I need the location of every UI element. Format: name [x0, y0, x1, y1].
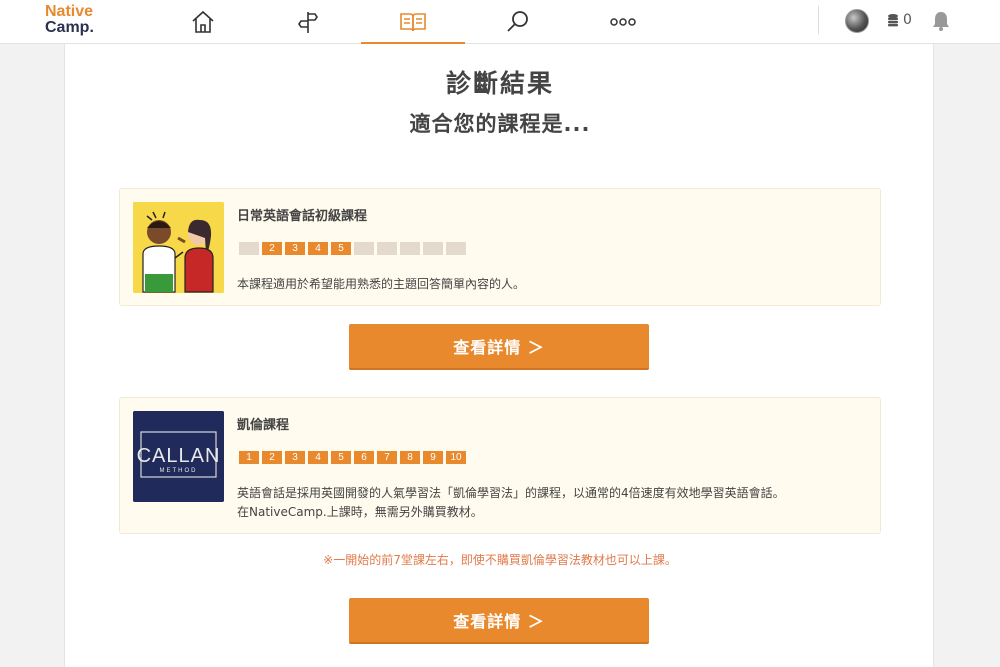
callan-method-logo: CALLAN METHOD — [133, 411, 224, 502]
description-line: 在NativeCamp.上課時，無需另外購買教材。 — [237, 505, 483, 519]
logo-line-1: Native — [45, 3, 94, 20]
search-icon — [507, 11, 528, 32]
level-box-2: 2 — [262, 451, 282, 464]
level-box-1 — [239, 242, 259, 255]
description-line: 本課程適用於希望能用熟悉的主題回答簡單內容的人。 — [237, 277, 526, 291]
level-box-5: 5 — [331, 451, 351, 464]
top-navigation-bar: Native Camp. 0 — [0, 0, 1000, 45]
course-name: 日常英語會話初級課程 — [237, 209, 368, 224]
level-box-5: 5 — [331, 242, 351, 255]
nav-search[interactable] — [466, 0, 570, 44]
level-indicator: 2345 — [239, 242, 466, 255]
home-icon — [192, 10, 214, 33]
logo-line-2: Camp. — [45, 19, 94, 36]
nav-more[interactable] — [571, 0, 675, 44]
level-box-7 — [377, 242, 397, 255]
callan-logo-graphic: CALLAN METHOD — [133, 411, 224, 502]
course-description: 英語會話是採用英國開發的人氣學習法「凱倫學習法」的課程，以通常的4倍速度有效地學… — [237, 484, 785, 522]
level-box-9 — [423, 242, 443, 255]
conversation-illustration — [133, 202, 224, 293]
level-box-8: 8 — [400, 451, 420, 464]
level-box-8 — [400, 242, 420, 255]
view-details-button-daily-english[interactable]: 查看詳情 ＞ — [349, 324, 649, 370]
level-box-1: 1 — [239, 451, 259, 464]
callan-logo-text: CALLAN — [137, 445, 221, 467]
level-box-4: 4 — [308, 242, 328, 255]
level-box-7: 7 — [377, 451, 397, 464]
course-card-callan: CALLAN METHOD 凱倫課程 1 2 3 4 5 6 7 8 9 10 英語會話是採用英國… — [119, 397, 881, 534]
level-box-6 — [354, 242, 374, 255]
callan-logo-subtext: METHOD — [160, 468, 198, 474]
level-box-3: 3 — [285, 242, 305, 255]
callan-material-note: ※一開始的前7堂課左右，即使不購買凱倫學習法教材也可以上課。 — [323, 553, 677, 567]
level-box-2: 2 — [262, 242, 282, 255]
level-box-10 — [446, 242, 466, 255]
coin-balance[interactable]: 0 — [887, 12, 912, 28]
level-box-6: 6 — [354, 451, 374, 464]
notification-bell[interactable] — [931, 10, 951, 36]
level-indicator: 1 2 3 4 5 6 7 8 9 10 — [239, 451, 466, 464]
nav-signpost[interactable] — [256, 0, 360, 44]
nav-book[interactable] — [361, 0, 465, 45]
course-illustration — [133, 202, 224, 293]
page-title: 診斷結果 — [445, 69, 554, 98]
diagnosis-result-panel: 診斷結果 適合您的課程是... 日常英語會話初級課程 2345 本課程適用於希望… — [64, 44, 934, 667]
page-subtitle: 適合您的課程是... — [409, 112, 591, 136]
course-card-daily-english: 日常英語會話初級課程 2345 本課程適用於希望能用熟悉的主題回答簡單內容的人。 — [119, 188, 881, 306]
level-box-10: 10 — [446, 451, 466, 464]
bell-icon — [933, 12, 949, 31]
level-box-4: 4 — [308, 451, 328, 464]
level-box-9: 9 — [423, 451, 443, 464]
description-line: 英語會話是採用英國開發的人氣學習法「凱倫學習法」的課程，以通常的4倍速度有效地學… — [237, 486, 785, 500]
user-avatar[interactable] — [845, 9, 869, 33]
course-description: 本課程適用於希望能用熟悉的主題回答簡單內容的人。 — [237, 275, 525, 294]
coin-stack-icon — [888, 14, 898, 27]
book-icon — [400, 13, 426, 32]
course-name: 凱倫課程 — [237, 418, 290, 433]
nativecamp-logo[interactable]: Native Camp. — [45, 4, 94, 36]
view-details-button-callan[interactable]: 查看詳情 ＞ — [349, 598, 649, 644]
nav-home[interactable] — [151, 0, 255, 44]
coin-count: 0 — [903, 12, 912, 28]
level-box-3: 3 — [285, 451, 305, 464]
signpost-icon — [298, 12, 318, 33]
header-divider — [818, 6, 819, 34]
more-icon — [610, 18, 636, 26]
